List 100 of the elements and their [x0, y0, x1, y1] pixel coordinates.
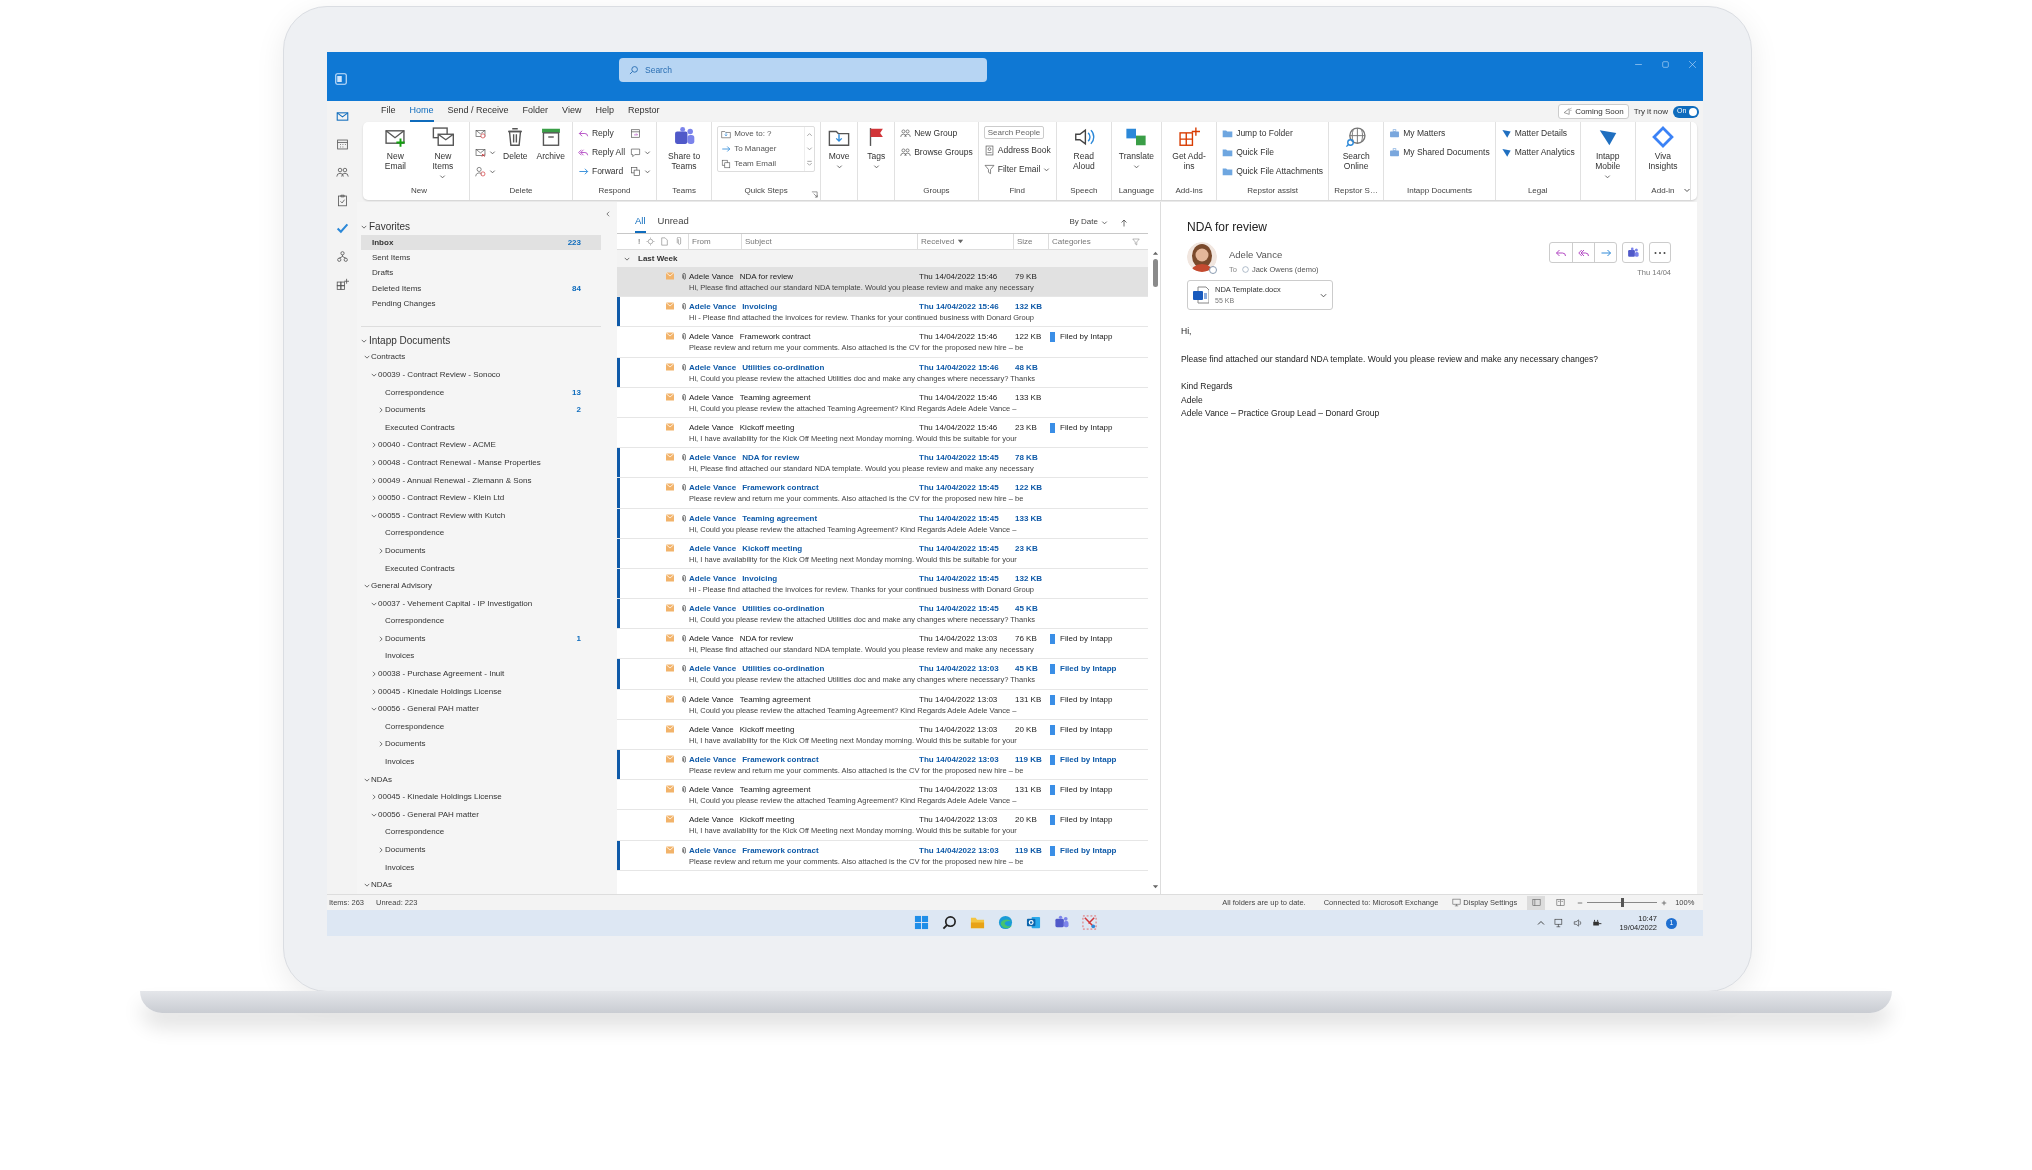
ribbon-button[interactable]: Intapp Mobile: [1585, 126, 1630, 180]
folder-row[interactable]: Drafts: [361, 265, 601, 281]
column-header[interactable]: Subject: [741, 233, 917, 250]
chevron-down-icon[interactable]: [371, 706, 377, 713]
chevron-right-icon[interactable]: [378, 547, 384, 554]
folder-name[interactable]: Correspondence: [385, 527, 445, 540]
chevron-down-icon[interactable]: [364, 354, 370, 361]
icon-button[interactable]: [475, 164, 497, 179]
snipping-icon[interactable]: [1082, 915, 1097, 930]
ribbon-button[interactable]: Delete: [501, 126, 530, 161]
ribbon-button[interactable]: Get Add-ins: [1167, 126, 1212, 171]
menu-tab[interactable]: Help: [595, 101, 614, 122]
quick-step[interactable]: To Manager: [721, 143, 802, 155]
chevron-down-icon[interactable]: [624, 255, 630, 262]
folder-name[interactable]: Executed Contracts: [385, 562, 455, 575]
mail-app-icon[interactable]: [1026, 915, 1041, 930]
section-header[interactable]: Favorites: [369, 219, 411, 235]
column-header[interactable]: Categories: [1048, 233, 1126, 250]
clipboard-icon[interactable]: [335, 194, 349, 207]
folder-name[interactable]: 00045 - Kinedale Holdings License: [378, 685, 502, 698]
chevron-down-icon[interactable]: [371, 600, 377, 607]
menu-tab[interactable]: File: [381, 101, 396, 122]
folder-name[interactable]: Documents: [385, 544, 426, 557]
browser-icon[interactable]: [998, 915, 1013, 930]
folder-name[interactable]: Correspondence: [385, 720, 445, 733]
windows-icon[interactable]: [914, 915, 929, 930]
column-header[interactable]: From: [688, 233, 741, 250]
ribbon-button[interactable]: Viva Insights: [1640, 126, 1685, 171]
quick-step[interactable]: Move to: ?: [721, 128, 802, 141]
speaker-icon[interactable]: [1573, 918, 1584, 928]
chevron-right-icon[interactable]: [371, 442, 377, 449]
folder-name[interactable]: Invoices: [385, 756, 415, 769]
folder-row[interactable]: Inbox 223: [361, 234, 601, 251]
column-header[interactable]: Size: [1013, 233, 1048, 250]
filter-tab[interactable]: All: [635, 213, 646, 233]
chevron-right-icon[interactable]: [378, 407, 384, 414]
scrollbar-thumb[interactable]: [1152, 259, 1158, 287]
ribbon-button[interactable]: New Email: [374, 126, 417, 171]
filter-icon[interactable]: [1132, 237, 1140, 246]
sort-button[interactable]: By Date: [1069, 216, 1108, 228]
folder-name[interactable]: Documents: [385, 738, 426, 751]
dialog-launcher-icon[interactable]: [811, 191, 819, 198]
folder-name[interactable]: 00039 - Contract Review - Sonoco: [378, 368, 501, 381]
scroll-down-icon[interactable]: [1151, 883, 1159, 890]
ribbon-button[interactable]: My Matters: [1389, 126, 1490, 141]
chevron-right-icon[interactable]: [371, 477, 377, 484]
sort-direction-icon[interactable]: [1120, 219, 1128, 227]
close-icon[interactable]: [1688, 60, 1697, 69]
chevron-right-icon[interactable]: [371, 459, 377, 466]
plug-icon[interactable]: [1592, 918, 1603, 928]
apps-icon[interactable]: [335, 278, 349, 291]
folder-name[interactable]: 00048 - Contract Renewal - Manse Properties: [378, 456, 541, 469]
reminder-icon[interactable]: [646, 237, 655, 246]
ribbon-button[interactable]: New Group: [900, 126, 973, 141]
folder-name[interactable]: Documents: [385, 844, 426, 856]
scroll-up-icon[interactable]: [1151, 250, 1159, 257]
chevron-down-icon[interactable]: [361, 337, 367, 344]
importance-column[interactable]: !: [638, 235, 646, 248]
chevron-down-icon[interactable]: [371, 512, 377, 519]
slider-thumb[interactable]: [1620, 898, 1624, 907]
restore-icon[interactable]: [1661, 60, 1670, 69]
monitor-icon[interactable]: [1554, 918, 1565, 928]
people-icon[interactable]: [335, 166, 349, 179]
menu-tab[interactable]: Folder: [522, 101, 549, 122]
teams-button[interactable]: [1622, 242, 1644, 263]
folder-name[interactable]: NDAs: [371, 773, 392, 786]
ribbon-button[interactable]: Share to Teams: [662, 126, 707, 171]
chevron-down-icon[interactable]: [361, 223, 367, 230]
menu-tab[interactable]: View: [562, 101, 582, 122]
folder-name[interactable]: Contracts: [371, 351, 406, 364]
ribbon-button[interactable]: Tags: [863, 126, 890, 170]
folder-name[interactable]: 00037 - Vehement Capital - IP Investigation: [378, 597, 533, 610]
ribbon-button[interactable]: Jump to Folder: [1222, 126, 1324, 141]
folder-name[interactable]: Invoices: [385, 650, 415, 663]
column-header[interactable]: Received: [917, 233, 1013, 250]
folder-name[interactable]: Documents: [385, 632, 426, 645]
folder-name[interactable]: 00050 - Contract Review - Klein Ltd: [378, 492, 505, 505]
chevron-right-icon[interactable]: [371, 495, 377, 502]
collapse-pane-icon[interactable]: [605, 211, 611, 217]
ribbon-button[interactable]: Forward: [577, 164, 626, 179]
ribbon-button[interactable]: Translate: [1116, 126, 1156, 170]
folder-name[interactable]: Executed Contracts: [385, 421, 455, 434]
folder-name[interactable]: 00056 - General PAH matter: [378, 808, 479, 821]
coming-soon-button[interactable]: Coming Soon: [1558, 104, 1629, 119]
ribbon-button[interactable]: Archive: [534, 126, 567, 161]
folder-name[interactable]: Invoices: [385, 861, 415, 874]
org-chart-icon[interactable]: [335, 250, 349, 263]
chevron-right-icon[interactable]: [378, 847, 384, 853]
ribbon-button[interactable]: Matter Analytics: [1500, 145, 1575, 160]
chevron-right-icon[interactable]: [378, 635, 384, 642]
checkmark-icon[interactable]: [335, 222, 349, 235]
filter-tab[interactable]: Unread: [657, 213, 689, 233]
icon-button[interactable]: [630, 145, 652, 160]
calendar-icon[interactable]: [335, 138, 349, 151]
chevron-right-icon[interactable]: [371, 671, 377, 678]
chevron-down-icon[interactable]: [364, 776, 370, 783]
more-icon[interactable]: [806, 160, 814, 168]
folder-name[interactable]: 00045 - Kinedale Holdings License: [378, 791, 502, 804]
chevron-right-icon[interactable]: [378, 741, 384, 748]
chevron-down-icon[interactable]: [371, 811, 377, 818]
